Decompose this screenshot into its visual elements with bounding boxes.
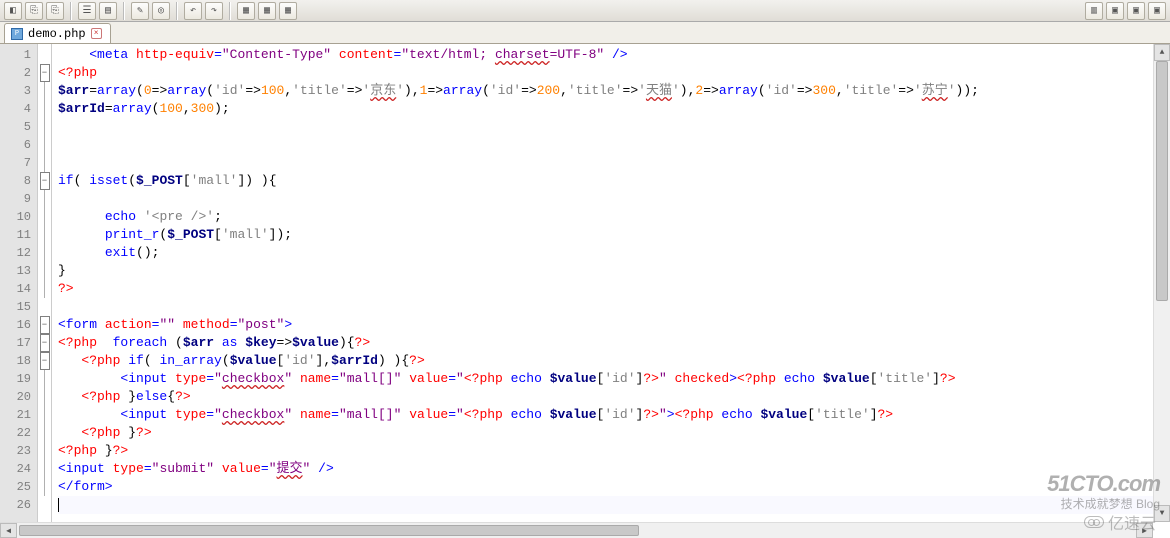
toolbar-button[interactable]: ▣ bbox=[1148, 2, 1166, 20]
horizontal-scrollbar[interactable]: ◀ ▶ bbox=[0, 522, 1153, 538]
toolbar-button[interactable]: ⎘ bbox=[46, 2, 64, 20]
toolbar-button[interactable]: ▣ bbox=[1106, 2, 1124, 20]
scroll-thumb[interactable] bbox=[1156, 61, 1168, 301]
watermark-51cto: 51CTO.com 技术成就梦想 Blog bbox=[1047, 471, 1160, 512]
tab-bar: P demo.php × bbox=[0, 22, 1170, 44]
scroll-thumb[interactable] bbox=[19, 525, 639, 536]
fold-column: −−−−− bbox=[38, 44, 52, 538]
scroll-up-arrow-icon[interactable]: ▲ bbox=[1154, 44, 1170, 61]
toolbar-separator bbox=[123, 2, 125, 20]
toolbar-separator bbox=[70, 2, 72, 20]
scroll-left-arrow-icon[interactable]: ◀ bbox=[0, 523, 17, 538]
fold-toggle[interactable]: − bbox=[40, 334, 50, 352]
fold-toggle[interactable]: − bbox=[40, 172, 50, 190]
toolbar-separator bbox=[229, 2, 231, 20]
toolbar-button[interactable]: ▣ bbox=[1127, 2, 1145, 20]
close-icon[interactable]: × bbox=[91, 28, 102, 39]
toolbar-button[interactable]: ⎘ bbox=[25, 2, 43, 20]
code-area[interactable]: <meta http-equiv="Content-Type" content=… bbox=[52, 44, 1170, 538]
toolbar-button[interactable]: ◎ bbox=[152, 2, 170, 20]
toolbar-button[interactable]: ↷ bbox=[205, 2, 223, 20]
toolbar-button[interactable]: ◧ bbox=[4, 2, 22, 20]
tab-label: demo.php bbox=[28, 27, 86, 41]
code-editor[interactable]: 1234567891011121314151617181920212223242… bbox=[0, 44, 1170, 538]
toolbar-button[interactable]: ▦ bbox=[279, 2, 297, 20]
php-file-icon: P bbox=[11, 28, 23, 40]
vertical-scrollbar[interactable]: ▲ ▼ bbox=[1153, 44, 1170, 522]
fold-toggle[interactable]: − bbox=[40, 352, 50, 370]
toolbar-button[interactable]: ☰ bbox=[78, 2, 96, 20]
toolbar-separator bbox=[176, 2, 178, 20]
toolbar-button[interactable]: ▤ bbox=[99, 2, 117, 20]
line-number-gutter: 1234567891011121314151617181920212223242… bbox=[0, 44, 38, 538]
toolbar-button[interactable]: ▦ bbox=[237, 2, 255, 20]
toolbar-button[interactable]: ↶ bbox=[184, 2, 202, 20]
fold-toggle[interactable]: − bbox=[40, 316, 50, 334]
toolbar-button[interactable]: ▥ bbox=[1085, 2, 1103, 20]
watermark-yisu: 亿速云 bbox=[1084, 510, 1156, 534]
fold-toggle[interactable]: − bbox=[40, 64, 50, 82]
toolbar-button[interactable]: ✎ bbox=[131, 2, 149, 20]
toolbar-button[interactable]: ▦ bbox=[258, 2, 276, 20]
toolbar: ◧ ⎘ ⎘ ☰ ▤ ✎ ◎ ↶ ↷ ▦ ▦ ▦ ▥ ▣ ▣ ▣ bbox=[0, 0, 1170, 22]
tab-demo-php[interactable]: P demo.php × bbox=[4, 23, 111, 43]
